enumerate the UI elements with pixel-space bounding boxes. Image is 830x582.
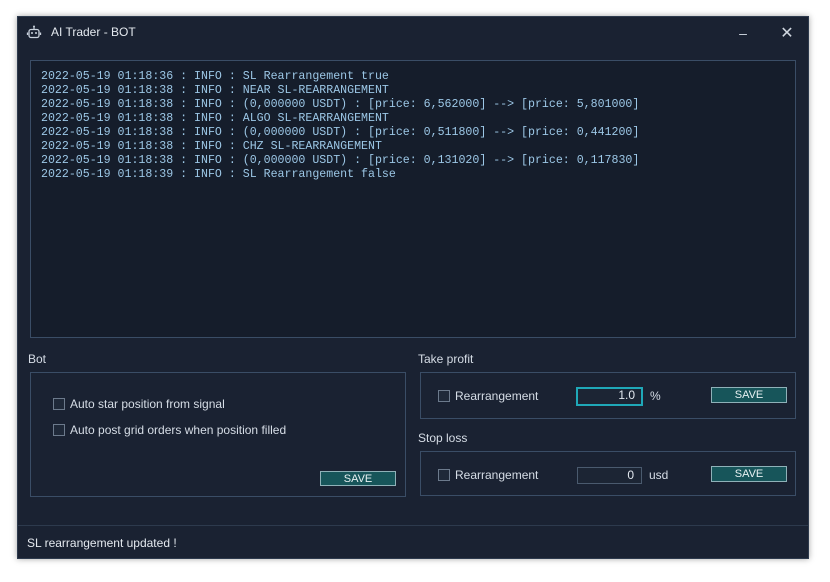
log-line: 2022-05-19 01:18:36 : INFO : SL Rearrang…: [41, 70, 389, 83]
app-window: AI Trader - BOT – ✕ 2022-05-19 01:18:36 …: [17, 16, 809, 559]
title-bar[interactable]: AI Trader - BOT – ✕: [18, 17, 808, 49]
auto-post-checkbox[interactable]: [53, 424, 65, 436]
take-profit-value-input[interactable]: 1.0: [576, 387, 643, 406]
log-line: 2022-05-19 01:18:38 : INFO : ALGO SL-REA…: [41, 112, 389, 125]
take-profit-group: Rearrangement 1.0 % SAVE: [420, 372, 796, 419]
stop-loss-rearrangement-option[interactable]: Rearrangement: [438, 468, 538, 482]
auto-post-label: Auto post grid orders when position fill…: [70, 423, 287, 437]
log-line: 2022-05-19 01:18:39 : INFO : SL Rearrang…: [41, 168, 396, 181]
take-profit-rearrangement-option[interactable]: Rearrangement: [438, 389, 538, 403]
stop-loss-rearrangement-checkbox[interactable]: [438, 469, 450, 481]
log-line: 2022-05-19 01:18:38 : INFO : (0,000000 U…: [41, 126, 640, 139]
robot-icon: [26, 25, 42, 41]
status-divider: [18, 525, 808, 526]
stop-loss-group: Rearrangement 0 usd SAVE: [420, 451, 796, 496]
stop-loss-value-input[interactable]: 0: [577, 467, 642, 484]
minimize-button[interactable]: –: [721, 17, 765, 49]
take-profit-section-label: Take profit: [418, 352, 474, 366]
log-panel[interactable]: 2022-05-19 01:18:36 : INFO : SL Rearrang…: [30, 60, 796, 338]
auto-star-checkbox[interactable]: [53, 398, 65, 410]
auto-star-option[interactable]: Auto star position from signal: [53, 397, 225, 411]
bot-section-label: Bot: [28, 352, 47, 366]
stop-loss-save-button[interactable]: SAVE: [711, 466, 787, 482]
take-profit-save-button[interactable]: SAVE: [711, 387, 787, 403]
take-profit-unit: %: [650, 389, 661, 403]
take-profit-rearrangement-label: Rearrangement: [455, 389, 539, 403]
auto-star-label: Auto star position from signal: [70, 397, 225, 411]
close-button[interactable]: ✕: [765, 17, 809, 49]
minimize-icon: –: [739, 25, 747, 41]
log-line: 2022-05-19 01:18:38 : INFO : NEAR SL-REA…: [41, 84, 389, 97]
window-title: AI Trader - BOT: [51, 25, 136, 39]
stop-loss-rearrangement-label: Rearrangement: [455, 468, 539, 482]
take-profit-rearrangement-checkbox[interactable]: [438, 390, 450, 402]
log-line: 2022-05-19 01:18:38 : INFO : (0,000000 U…: [41, 98, 640, 111]
bot-group: Auto star position from signal Auto post…: [30, 372, 406, 497]
bot-save-button[interactable]: SAVE: [320, 471, 396, 486]
stop-loss-unit: usd: [649, 468, 669, 482]
status-message: SL rearrangement updated !: [27, 536, 177, 550]
auto-post-option[interactable]: Auto post grid orders when position fill…: [53, 423, 286, 437]
close-icon: ✕: [780, 25, 794, 42]
stop-loss-section-label: Stop loss: [418, 431, 468, 445]
log-line: 2022-05-19 01:18:38 : INFO : CHZ SL-REAR…: [41, 140, 382, 153]
log-line: 2022-05-19 01:18:38 : INFO : (0,000000 U…: [41, 154, 640, 167]
